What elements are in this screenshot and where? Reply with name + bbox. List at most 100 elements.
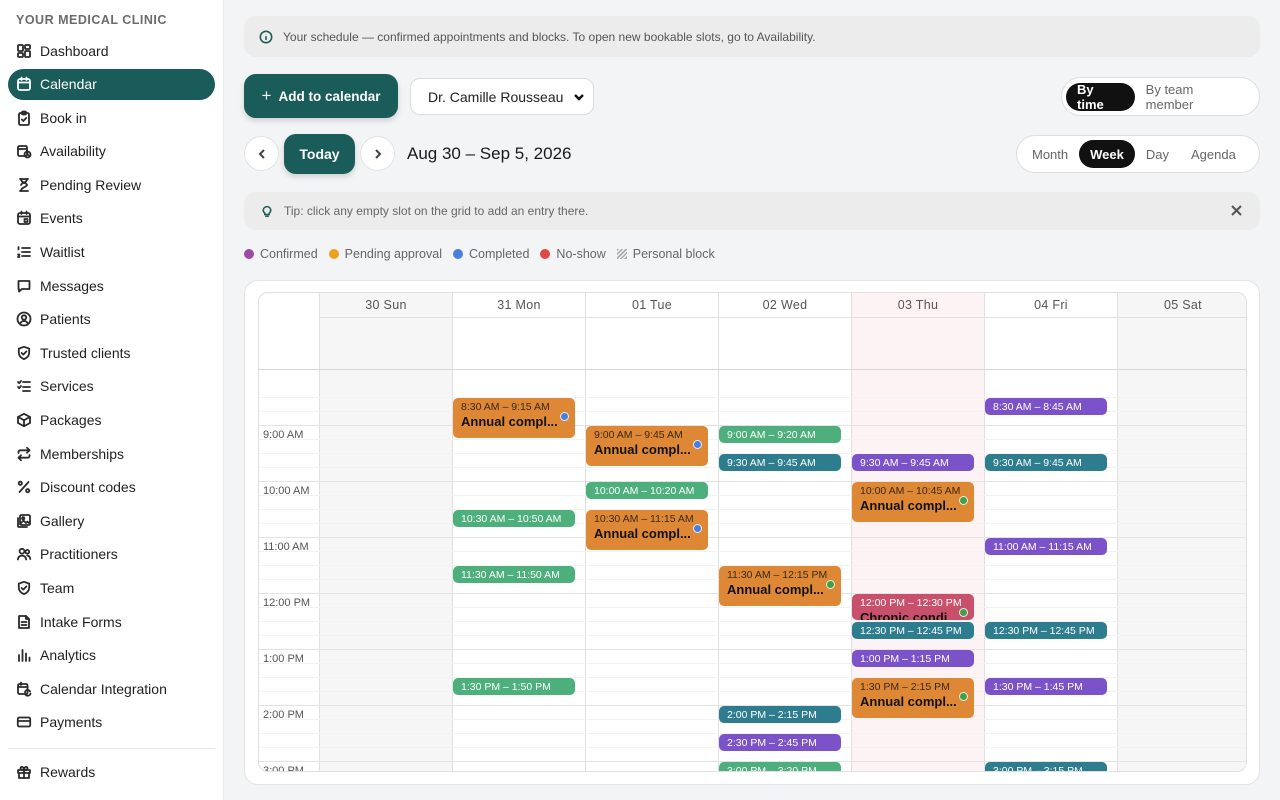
clipboard-icon [16, 110, 32, 126]
add-to-calendar-button[interactable]: + Add to calendar [244, 74, 398, 118]
sidebar-item-discount-codes[interactable]: Discount codes [8, 472, 215, 503]
sidebar-nav-bottom: Rewards [8, 756, 215, 790]
previous-week-button[interactable] [244, 136, 279, 171]
close-icon[interactable] [1230, 204, 1243, 217]
appointment-block[interactable]: 1:30 PM – 1:50 PM [453, 678, 575, 695]
appointment-block[interactable]: 12:30 PM – 12:45 PM [852, 622, 974, 639]
status-dot [959, 692, 968, 701]
appointment-block[interactable]: 8:30 AM – 8:45 AM [985, 398, 1107, 415]
hourglass-icon [16, 177, 32, 193]
sidebar-item-patients[interactable]: Patients [8, 304, 215, 335]
day-header: 03 Thu [852, 293, 984, 318]
legend-item-pending-approval: Pending approval [328, 247, 442, 261]
appointment-block[interactable]: 9:30 AM – 9:45 AM [852, 454, 974, 471]
day-column[interactable]: 02 Wed [718, 293, 851, 771]
appointment-block[interactable]: 12:30 PM – 12:45 PM [985, 622, 1107, 639]
appointment-block[interactable]: 10:30 AM – 10:50 AM [453, 510, 575, 527]
appointment-block[interactable]: 1:30 PM – 2:15 PM Annual compl... [852, 678, 974, 718]
appointment-name: Annual compl... [727, 582, 824, 597]
next-week-button[interactable] [360, 136, 395, 171]
sidebar-item-pending-review[interactable]: Pending Review [8, 169, 215, 200]
sidebar-item-label: Services [40, 378, 94, 395]
today-button[interactable]: Today [284, 134, 355, 174]
appointment-time: 9:30 AM – 9:45 AM [993, 457, 1082, 469]
sidebar-item-intake-forms[interactable]: Intake Forms [8, 606, 215, 637]
sidebar-item-dashboard[interactable]: Dashboard [8, 35, 215, 66]
appointment-block[interactable]: 11:00 AM – 11:15 AM [985, 538, 1107, 555]
sidebar-item-book-in[interactable]: Book in [8, 102, 215, 133]
appointment-block[interactable]: 9:00 AM – 9:45 AM Annual compl... [586, 426, 708, 466]
sidebar-item-gallery[interactable]: Gallery [8, 505, 215, 536]
appointment-time: 3:00 PM – 3:15 PM [993, 765, 1083, 772]
day-column[interactable]: 30 Sun [319, 293, 452, 771]
day-column[interactable]: 05 Sat [1117, 293, 1246, 771]
appointment-block[interactable]: 3:00 PM – 3:15 PM [985, 762, 1107, 772]
percent-icon [16, 479, 32, 495]
sidebar-item-messages[interactable]: Messages [8, 270, 215, 301]
doctor-select-value: Dr. Camille Rousseau [428, 88, 564, 105]
sidebar-item-calendar-integration[interactable]: Calendar Integration [8, 673, 215, 704]
appointment-block[interactable]: 8:30 AM – 9:15 AM Annual compl... [453, 398, 575, 438]
bar-chart-icon [16, 647, 32, 663]
appointment-name: Chronic condi... [860, 610, 959, 620]
appointment-block[interactable]: 10:00 AM – 10:20 AM [586, 482, 708, 499]
appointment-name: Annual compl... [461, 414, 558, 429]
appointment-block[interactable]: 11:30 AM – 12:15 PM Annual compl... [719, 566, 841, 606]
sidebar-item-calendar[interactable]: Calendar [8, 68, 215, 100]
sidebar-item-waitlist[interactable]: Waitlist [8, 237, 215, 268]
sidebar-item-practitioners[interactable]: Practitioners [8, 539, 215, 570]
range-week-option[interactable]: Week [1079, 140, 1135, 168]
appointment-block[interactable]: 2:30 PM – 2:45 PM [719, 734, 841, 751]
sidebar-item-trusted-clients[interactable]: Trusted clients [8, 337, 215, 368]
appointment-block[interactable]: 9:30 AM – 9:45 AM [719, 454, 841, 471]
sidebar-item-label: Memberships [40, 445, 125, 462]
doctor-select[interactable]: Dr. Camille Rousseau [410, 78, 594, 115]
appointment-block[interactable]: 12:00 PM – 12:30 PM Chronic condi... [852, 594, 974, 620]
sidebar-item-availability[interactable]: Availability [8, 136, 215, 167]
appointment-block[interactable]: 10:00 AM – 10:45 AM Annual compl... [852, 482, 974, 522]
sidebar-item-services[interactable]: Services [8, 371, 215, 402]
repeat-icon [16, 446, 32, 462]
appointment-name: Annual compl... [594, 442, 691, 457]
range-day-option[interactable]: Day [1135, 140, 1180, 168]
tip-banner: Tip: click any empty slot on the grid to… [244, 192, 1260, 230]
appointment-time: 9:30 AM – 9:45 AM [860, 457, 949, 469]
appointment-block[interactable]: 2:00 PM – 2:15 PM [719, 706, 841, 723]
appointment-block[interactable]: 10:30 AM – 11:15 AM Annual compl... [586, 510, 708, 550]
range-month-option[interactable]: Month [1021, 140, 1079, 168]
quarter-hour-line [259, 495, 1246, 496]
sidebar-item-label: Availability [40, 143, 106, 160]
appointment-time: 9:00 AM – 9:20 AM [727, 429, 816, 441]
appointment-time: 2:00 PM – 2:15 PM [727, 709, 817, 721]
appointment-block[interactable]: 1:00 PM – 1:15 PM [852, 650, 974, 667]
range-agenda-option[interactable]: Agenda [1180, 140, 1247, 168]
sidebar-item-label: Calendar [40, 76, 97, 93]
legend-label: No-show [556, 247, 606, 261]
plus-icon: + [261, 86, 272, 105]
appointment-time: 1:30 PM – 2:15 PM [860, 681, 950, 693]
view-by-time-option[interactable]: By time [1066, 82, 1135, 112]
appointment-block[interactable]: 11:30 AM – 11:50 AM [453, 566, 575, 583]
appointment-block[interactable]: 3:00 PM – 3:20 PM [719, 762, 841, 771]
sidebar-item-events[interactable]: Events [8, 203, 215, 234]
appointment-block[interactable]: 9:30 AM – 9:45 AM [985, 454, 1107, 471]
tip-text: Tip: click any empty slot on the grid to… [284, 204, 589, 218]
time-label: 9:00 AM [263, 429, 304, 441]
legend-item-confirmed: Confirmed [244, 247, 318, 261]
day-column[interactable]: 04 Fri [984, 293, 1117, 771]
sidebar-item-label: Calendar Integration [40, 680, 167, 697]
sidebar-item-rewards[interactable]: Rewards [8, 756, 215, 787]
legend-swatch [244, 249, 254, 259]
sidebar-item-team[interactable]: Team [8, 573, 215, 604]
view-by-team-member-option[interactable]: By team member [1135, 82, 1255, 112]
appointment-time: 8:30 AM – 9:15 AM [461, 401, 550, 413]
appointment-block[interactable]: 9:00 AM – 9:20 AM [719, 426, 841, 443]
sidebar-item-payments[interactable]: Payments [8, 707, 215, 738]
sidebar-item-memberships[interactable]: Memberships [8, 438, 215, 469]
day-header: 01 Tue [586, 293, 718, 318]
sidebar-item-label: Messages [40, 277, 104, 294]
sidebar-item-packages[interactable]: Packages [8, 405, 215, 436]
day-column[interactable]: 31 Mon [452, 293, 585, 771]
appointment-block[interactable]: 1:30 PM – 1:45 PM [985, 678, 1107, 695]
sidebar-item-analytics[interactable]: Analytics [8, 640, 215, 671]
